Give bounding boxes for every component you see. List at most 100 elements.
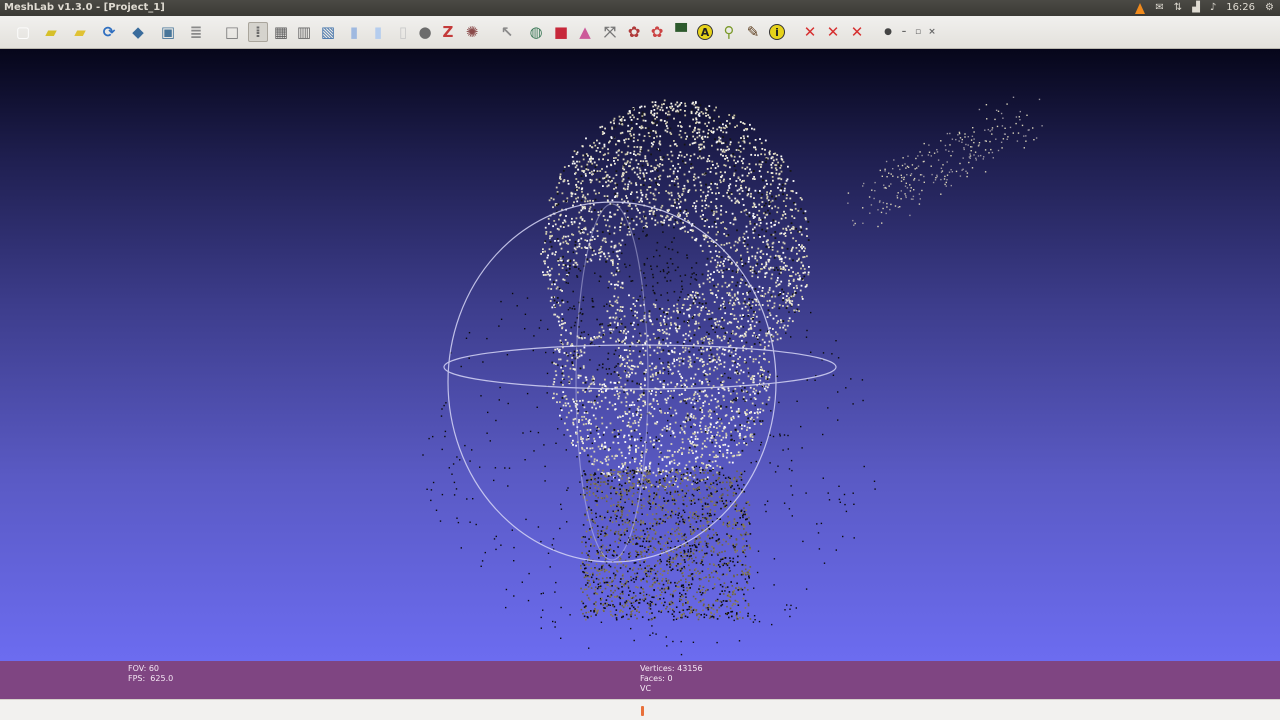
vertices-label: Vertices: (640, 664, 675, 673)
signal-icon[interactable]: ▟ (1192, 0, 1200, 16)
points-button[interactable]: ⁞ (248, 22, 268, 42)
color-icon: ■ (553, 23, 569, 41)
point-cloud-scene[interactable] (0, 49, 1280, 661)
settings-gear-icon[interactable]: ⚙ (1265, 0, 1274, 16)
fancy-light-button[interactable]: ✺ (462, 22, 482, 42)
brush-icon: ✎ (746, 23, 760, 41)
info-button[interactable]: i (767, 22, 787, 42)
align-icon: ⤧ (603, 23, 616, 41)
delete-vertex-button[interactable]: ✕ (800, 22, 820, 42)
color-button[interactable]: ■ (551, 22, 571, 42)
fov-label: FOV: (128, 664, 147, 673)
trackball-gizmo[interactable] (443, 201, 837, 563)
double-side-icon: Z (442, 23, 454, 41)
progress-indicator (641, 706, 644, 716)
flat-lines-button[interactable]: ▧ (318, 22, 338, 42)
flat-button[interactable]: ▮ (344, 22, 364, 42)
open-project-icon: ▰ (45, 23, 57, 41)
window-restore-icon: ▫ (914, 27, 922, 37)
window-title: MeshLab v1.3.0 - [Project_1] (4, 2, 165, 13)
camera-icon: ● (884, 27, 892, 37)
shader-button[interactable]: ◍ (526, 22, 546, 42)
new-project-icon: ▢ (15, 23, 31, 41)
system-top-bar: MeshLab v1.3.0 - [Project_1] ✉ ⇅ ▟ ♪ 16:… (0, 0, 1280, 16)
window-minimize-button[interactable]: – (898, 26, 910, 38)
paint-icon: ▲ (579, 23, 591, 41)
texture-button[interactable]: ▯ (393, 22, 413, 42)
save-icon: ◆ (132, 23, 144, 41)
save-button[interactable]: ◆ (128, 22, 148, 42)
hidden-lines-button[interactable]: ▥ (294, 22, 314, 42)
vertices-value: 43156 (677, 664, 703, 673)
camera-info: FOV: 60 FPS: 625.0 (128, 664, 173, 684)
select-button[interactable]: ↖ (497, 22, 517, 42)
window-close-icon: × (928, 27, 936, 37)
select-vertices-button[interactable]: ✿ (647, 22, 667, 42)
network-icon[interactable]: ⇅ (1174, 0, 1182, 16)
wireframe-button[interactable]: ▦ (271, 22, 291, 42)
reload-icon: ⟳ (102, 23, 116, 41)
smooth-icon: ▮ (373, 23, 383, 41)
open-mesh-button[interactable]: ▰ (70, 22, 90, 42)
layers-button[interactable]: ≣ (186, 22, 206, 42)
mesh-info: Vertices: 43156 Faces: 0 VC (640, 664, 703, 694)
layers-icon: ≣ (189, 23, 203, 41)
points-icon: ⁞ (255, 23, 261, 41)
light-icon: ● (418, 23, 432, 41)
align-button[interactable]: ⤧ (600, 22, 620, 42)
trackball-ring-depth[interactable] (575, 203, 649, 561)
volume-icon[interactable]: ♪ (1210, 0, 1216, 16)
select-faces-button[interactable]: ✿ (624, 22, 644, 42)
wireframe-icon: ▦ (273, 23, 289, 41)
window-close-button[interactable]: × (926, 26, 938, 38)
reload-button[interactable]: ⟳ (99, 22, 119, 42)
bottom-status-bar (0, 699, 1280, 720)
delete-both-button[interactable]: ✕ (847, 22, 867, 42)
select-faces-icon: ✿ (627, 23, 641, 41)
new-project-button[interactable]: ▢ (13, 22, 33, 42)
window-minimize-icon: – (901, 27, 907, 37)
delete-face-icon: ✕ (826, 23, 840, 41)
mail-icon[interactable]: ✉ (1155, 0, 1163, 16)
annotate-icon: A (697, 24, 713, 40)
fps-label: FPS: (128, 674, 146, 683)
open-project-button[interactable]: ▰ (41, 22, 61, 42)
fancy-light-icon: ✺ (465, 23, 479, 41)
delete-vertex-icon: ✕ (803, 23, 817, 41)
3d-viewport[interactable] (0, 49, 1280, 661)
flat-lines-icon: ▧ (320, 23, 336, 41)
delete-both-icon: ✕ (850, 23, 864, 41)
select-vertices-icon: ✿ (650, 23, 664, 41)
vlc-cone-icon[interactable] (1135, 2, 1146, 14)
main-toolbar: ▢ ▰ ▰ ⟳ ◆ ▣ ≣ □ ⁞ ▦ ▥ ▧ ▮ ▮ ▯ ● Z ✺ ↖ ◍ ■ ▲ ⤧ ✿ ✿ ▀ A ⚲ ✎ i ✕ ✕ ✕ ● – ▫ × (0, 16, 1280, 49)
info-icon: i (769, 24, 785, 40)
annotate-button[interactable]: A (695, 22, 715, 42)
select-icon: ↖ (500, 23, 514, 41)
bbox-button[interactable]: □ (222, 22, 242, 42)
smooth-button[interactable]: ▮ (368, 22, 388, 42)
clock[interactable]: 16:26 (1226, 0, 1255, 16)
pick-points-button[interactable]: ⚲ (719, 22, 739, 42)
pick-points-icon: ⚲ (723, 23, 735, 41)
paint-button[interactable]: ▲ (575, 22, 595, 42)
brush-button[interactable]: ✎ (743, 22, 763, 42)
snapshot-button[interactable]: ▣ (158, 22, 178, 42)
open-mesh-icon: ▰ (74, 23, 86, 41)
window-restore-button[interactable]: ▫ (912, 26, 924, 38)
measure-button[interactable]: ▀ (671, 22, 691, 42)
light-button[interactable]: ● (415, 22, 435, 42)
measure-icon: ▀ (675, 23, 687, 41)
camera-button[interactable]: ● (882, 26, 894, 38)
delete-face-button[interactable]: ✕ (823, 22, 843, 42)
fps-value: 625.0 (150, 674, 174, 683)
snapshot-icon: ▣ (160, 23, 176, 41)
status-overlay: FOV: 60 FPS: 625.0 Vertices: 43156 Faces… (0, 661, 1280, 699)
faces-label: Faces: (640, 674, 665, 683)
flat-icon: ▮ (349, 23, 359, 41)
hidden-lines-icon: ▥ (296, 23, 312, 41)
system-tray: ✉ ⇅ ▟ ♪ 16:26 ⚙ (1135, 0, 1280, 16)
faces-value: 0 (667, 674, 673, 683)
double-side-button[interactable]: Z (438, 22, 458, 42)
point-cloud (422, 96, 1043, 656)
shader-icon: ◍ (529, 23, 543, 41)
